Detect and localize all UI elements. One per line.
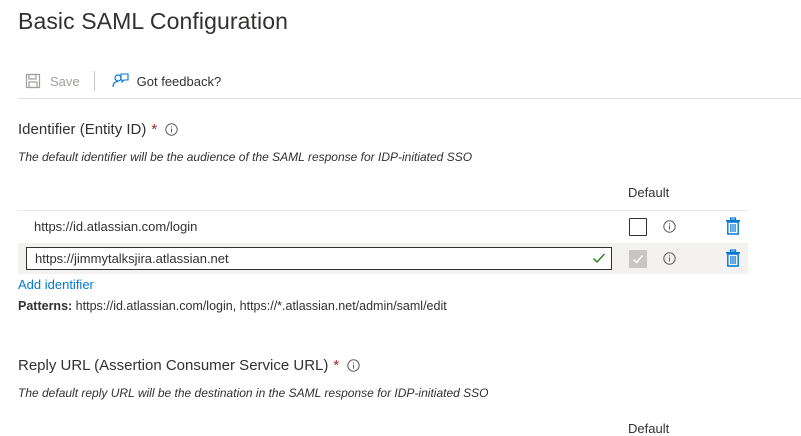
patterns-value: https://id.atlassian.com/login, https://… <box>75 299 447 313</box>
identifier-input-value: https://jimmytalksjira.atlassian.net <box>35 251 229 266</box>
required-marker: * <box>333 357 340 374</box>
checkmark-icon <box>592 251 606 268</box>
toolbar-divider <box>18 98 801 99</box>
default-column-header: Default <box>628 421 670 436</box>
save-label: Save <box>50 73 80 89</box>
default-column-header: Default <box>628 185 670 200</box>
delete-icon[interactable] <box>725 217 741 240</box>
patterns-label: Patterns: <box>18 299 73 313</box>
delete-icon[interactable] <box>725 249 741 272</box>
default-checkbox-checked[interactable] <box>629 250 647 268</box>
patterns-text: Patterns: https://id.atlassian.com/login… <box>18 299 447 313</box>
page-title: Basic SAML Configuration <box>18 8 289 34</box>
save-icon <box>24 72 42 90</box>
save-button[interactable]: Save <box>18 67 88 95</box>
add-identifier-link[interactable]: Add identifier <box>18 277 94 292</box>
command-bar: Save Got feedback? <box>18 66 801 96</box>
identifier-title: Identifier (Entity ID) <box>18 121 147 138</box>
default-checkbox[interactable] <box>629 218 647 236</box>
info-icon[interactable] <box>663 252 676 270</box>
table-row: https://id.atlassian.com/login <box>18 211 748 242</box>
info-icon[interactable] <box>663 220 676 238</box>
reply-url-title: Reply URL (Assertion Consumer Service UR… <box>18 357 329 374</box>
identifier-section-title: Identifier (Entity ID) * <box>18 121 178 138</box>
reply-url-section-title: Reply URL (Assertion Consumer Service UR… <box>18 357 360 374</box>
toolbar-separator <box>93 71 95 91</box>
identifier-value[interactable]: https://id.atlassian.com/login <box>34 219 197 234</box>
required-marker: * <box>151 121 158 138</box>
feedback-icon <box>111 72 129 90</box>
feedback-label: Got feedback? <box>136 73 222 89</box>
info-icon[interactable] <box>165 123 178 136</box>
info-icon[interactable] <box>347 359 360 372</box>
reply-url-description: The default reply URL will be the destin… <box>18 386 489 400</box>
table-row-selected: https://jimmytalksjira.atlassian.net <box>18 243 748 274</box>
identifier-description: The default identifier will be the audie… <box>18 150 473 164</box>
feedback-button[interactable]: Got feedback? <box>105 67 230 95</box>
identifier-input[interactable]: https://jimmytalksjira.atlassian.net <box>26 247 612 270</box>
